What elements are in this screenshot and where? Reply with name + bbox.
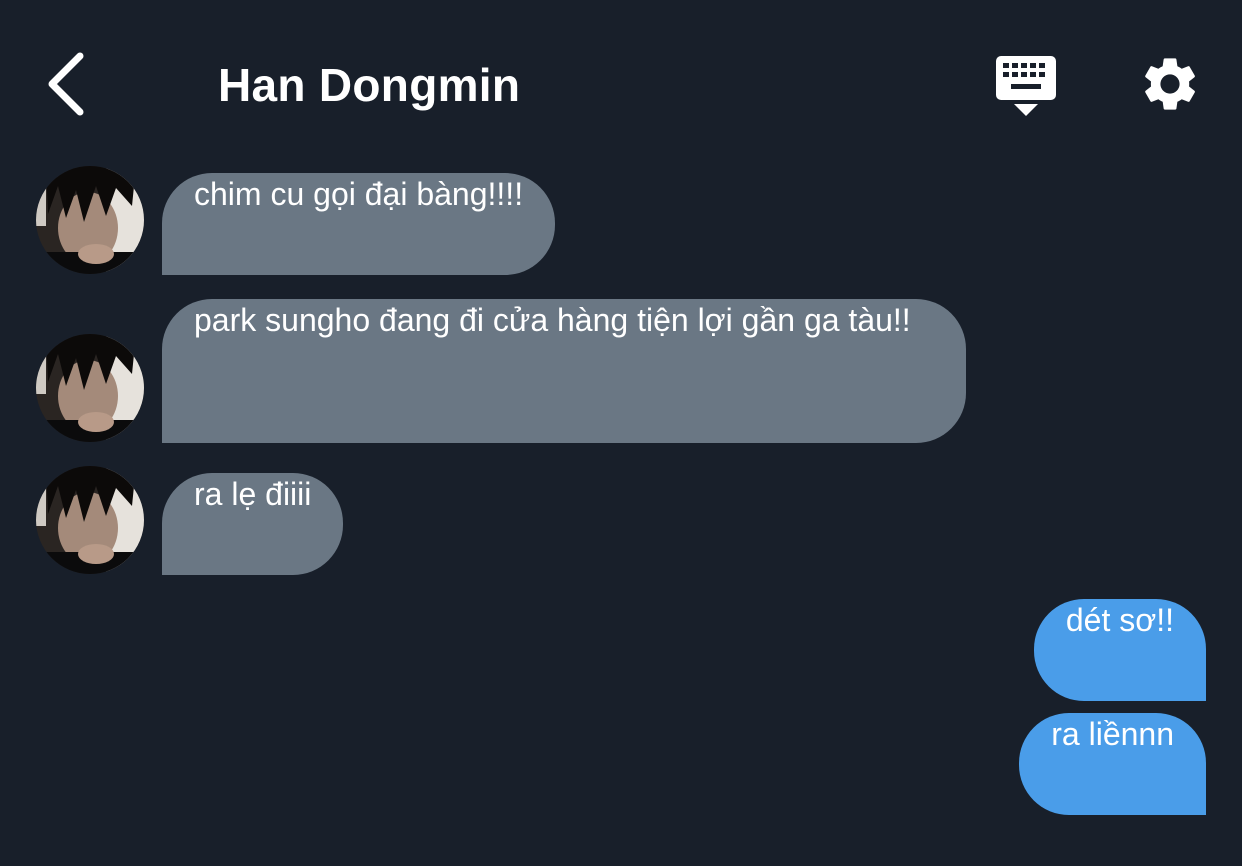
chevron-left-icon: [48, 52, 84, 116]
incoming-message-bubble[interactable]: ra lẹ điiii: [162, 473, 344, 575]
outgoing-message-bubble[interactable]: dét sơ!!: [1033, 599, 1206, 701]
outgoing-message-bubble[interactable]: ra liềnnn: [1019, 713, 1206, 815]
keyboard-toggle-button[interactable]: [992, 54, 1060, 120]
contact-photo: [36, 334, 144, 442]
chat-title: Han Dongmin: [218, 59, 521, 111]
incoming-message-bubble[interactable]: chim cu gọi đại bàng!!!!: [162, 173, 556, 275]
contact-photo: [36, 466, 144, 574]
keyboard-hide-icon: [996, 56, 1056, 116]
contact-photo: [36, 166, 144, 274]
avatar[interactable]: [36, 466, 144, 574]
avatar[interactable]: [36, 334, 144, 442]
chat-header: Han Dongmin: [0, 0, 1242, 160]
gear-icon: [1145, 58, 1195, 110]
back-button[interactable]: [36, 48, 100, 120]
settings-button[interactable]: [1138, 52, 1202, 116]
avatar[interactable]: [36, 166, 144, 274]
incoming-message-bubble[interactable]: park sungho đang đi cửa hàng tiện lợi gầ…: [162, 299, 966, 443]
